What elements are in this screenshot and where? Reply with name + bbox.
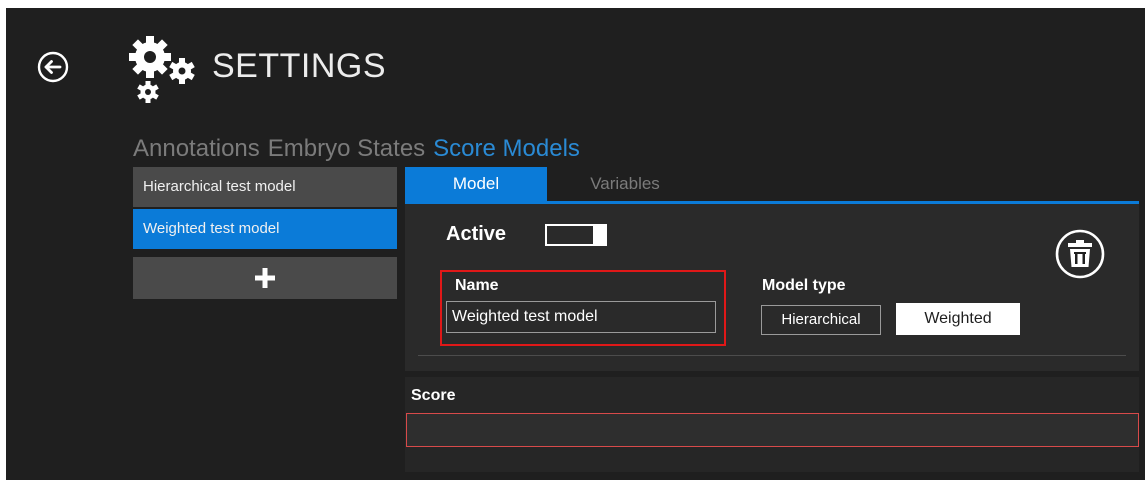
panel-divider — [418, 355, 1126, 356]
tab-variables[interactable]: Variables — [565, 167, 685, 201]
tab-annotations[interactable]: Annotations — [133, 133, 260, 165]
model-type-hierarchical-button[interactable]: Hierarchical — [761, 305, 881, 335]
settings-tabs: Annotations Embryo States Score Models — [133, 133, 588, 165]
plus-icon — [255, 268, 275, 288]
delete-model-button[interactable] — [1054, 228, 1106, 280]
page-title: SETTINGS — [212, 47, 387, 85]
back-button[interactable] — [36, 50, 70, 84]
gears-icon — [122, 30, 204, 106]
score-field[interactable] — [406, 413, 1139, 447]
model-type-label: Model type — [762, 277, 846, 294]
name-field[interactable] — [446, 301, 716, 333]
tab-model[interactable]: Model — [405, 167, 547, 201]
tab-embryo-states[interactable]: Embryo States — [268, 133, 425, 165]
model-type-weighted-button[interactable]: Weighted — [896, 303, 1020, 335]
circle-arrow-left-icon — [37, 51, 69, 83]
add-model-button[interactable] — [133, 257, 397, 299]
model-list-item-label: Hierarchical test model — [143, 178, 296, 195]
active-label: Active — [446, 223, 507, 245]
model-list-item-label: Weighted test model — [143, 220, 280, 237]
toggle-thumb — [593, 224, 605, 246]
trash-icon — [1055, 229, 1105, 279]
model-list-item-hierarchical[interactable]: Hierarchical test model — [133, 167, 397, 207]
name-label: Name — [455, 277, 499, 294]
score-label: Score — [411, 387, 456, 404]
tab-score-models[interactable]: Score Models — [433, 133, 580, 165]
active-toggle[interactable] — [545, 224, 607, 246]
model-list-item-weighted[interactable]: Weighted test model — [133, 209, 397, 249]
